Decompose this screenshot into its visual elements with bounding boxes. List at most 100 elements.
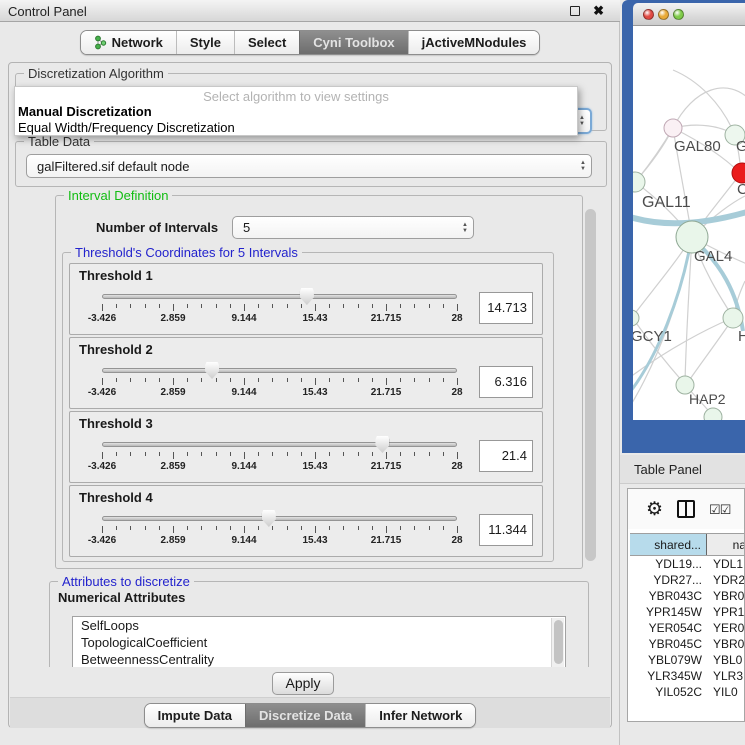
cell-name[interactable]: YER0: [702, 620, 745, 636]
major-tick: [173, 378, 174, 385]
number-of-intervals-spinner[interactable]: 5 ▲▼: [232, 216, 474, 239]
cell-name[interactable]: YPR1: [702, 604, 745, 620]
major-tick: [173, 526, 174, 533]
slider-track[interactable]: [102, 516, 457, 521]
minor-tick: [145, 304, 146, 308]
checkbox-icon[interactable]: ☑☑: [709, 503, 730, 516]
attribute-item-topologicalcoefficient[interactable]: TopologicalCoefficient: [73, 634, 565, 651]
slider-handle[interactable]: [375, 436, 389, 453]
table-row[interactable]: YER054CYER0: [630, 620, 745, 636]
network-node-gcy1[interactable]: [633, 310, 639, 326]
network-node-gal80[interactable]: [664, 119, 682, 137]
network-edge[interactable]: [673, 88, 745, 128]
column-header-shared-name[interactable]: shared...: [630, 534, 707, 555]
minor-tick: [272, 378, 273, 382]
cell-shared-name[interactable]: YIL052C: [630, 684, 702, 700]
table-row[interactable]: YBR043CYBR0: [630, 588, 745, 604]
close-icon[interactable]: ✖: [593, 3, 604, 19]
cell-shared-name[interactable]: YBR045C: [630, 636, 702, 652]
minor-tick: [216, 526, 217, 530]
attribute-item-selfloops[interactable]: SelfLoops: [73, 617, 565, 634]
mac-close-button[interactable]: [643, 9, 654, 20]
cell-shared-name[interactable]: YPR145W: [630, 604, 702, 620]
cell-name[interactable]: YBR0: [702, 636, 745, 652]
attribute-item-betweennesscentrality[interactable]: BetweennessCentrality: [73, 651, 565, 667]
cell-shared-name[interactable]: YBR043C: [630, 588, 702, 604]
table-row[interactable]: YIL052CYIL0: [630, 684, 745, 700]
tab-infer-network[interactable]: Infer Network: [365, 704, 475, 727]
minor-tick: [272, 304, 273, 308]
tick-label: 15.43: [302, 387, 327, 398]
cell-shared-name[interactable]: YLR345W: [630, 668, 702, 684]
threshold-value-field[interactable]: 6.316: [479, 366, 533, 398]
table-row[interactable]: YBL079WYBL0: [630, 652, 745, 668]
table-row[interactable]: YBR045CYBR0: [630, 636, 745, 652]
numerical-attributes-list[interactable]: SelfLoopsTopologicalCoefficientBetweenne…: [72, 616, 566, 667]
minor-tick: [443, 304, 444, 308]
float-window-icon[interactable]: [570, 6, 580, 16]
cell-shared-name[interactable]: YDL19...: [630, 556, 702, 572]
node-attribute-table: shared... na YDL19...YDL1YDR27...YDR2YBR…: [630, 533, 745, 721]
threshold-slider-1[interactable]: -3.4262.8599.14415.4321.71528: [102, 294, 457, 324]
network-canvas[interactable]: GAL80GACGAL11GAL4GCY1HHAP2: [633, 26, 745, 420]
attributes-list-scrollbar[interactable]: [551, 618, 564, 667]
minor-tick: [130, 378, 131, 382]
mac-minimize-button[interactable]: [658, 9, 669, 20]
cell-shared-name[interactable]: YBL079W: [630, 652, 702, 668]
gear-icon[interactable]: ⚙: [646, 500, 663, 519]
cell-name[interactable]: YIL0: [702, 684, 745, 700]
minor-tick: [159, 304, 160, 308]
tab-network[interactable]: Network: [81, 31, 176, 54]
tab-cyni-toolbox[interactable]: Cyni Toolbox: [299, 31, 407, 54]
cell-shared-name[interactable]: YDR27...: [630, 572, 702, 588]
threshold-slider-4[interactable]: -3.4262.8599.14415.4321.71528: [102, 516, 457, 546]
tick-label: 15.43: [302, 535, 327, 546]
table-data-combobox[interactable]: galFiltered.sif default node ▲▼: [26, 154, 592, 178]
minor-tick: [145, 526, 146, 530]
table-row[interactable]: YDL19...YDL1: [630, 556, 745, 572]
mac-zoom-button[interactable]: [673, 9, 684, 20]
major-tick: [173, 452, 174, 459]
tab-select[interactable]: Select: [234, 31, 299, 54]
minor-tick: [159, 452, 160, 456]
cell-name[interactable]: YDR2: [702, 572, 745, 588]
slider-track[interactable]: [102, 294, 457, 299]
network-edge[interactable]: [688, 320, 732, 382]
table-row[interactable]: YDR27...YDR2: [630, 572, 745, 588]
table-row[interactable]: YLR345WYLR3: [630, 668, 745, 684]
tab-jactivemnodules[interactable]: jActiveMNodules: [408, 31, 540, 54]
network-node-gal11[interactable]: [633, 172, 645, 192]
slider-handle[interactable]: [205, 362, 219, 379]
threshold-value-field[interactable]: 14.713: [479, 292, 533, 324]
network-node[interactable]: [704, 408, 722, 420]
minor-tick: [329, 452, 330, 456]
algorithm-option-equal-width-frequency-discretization[interactable]: Equal Width/Frequency Discretization: [15, 120, 577, 136]
threshold-slider-3[interactable]: -3.4262.8599.14415.4321.71528: [102, 442, 457, 472]
column-header-name[interactable]: na: [707, 534, 745, 555]
threshold-slider-2[interactable]: -3.4262.8599.14415.4321.71528: [102, 368, 457, 398]
algorithm-option-manual-discretization[interactable]: Manual Discretization: [15, 104, 577, 120]
apply-button[interactable]: Apply: [272, 672, 334, 695]
table-row[interactable]: YPR145WYPR1: [630, 604, 745, 620]
cell-name[interactable]: YLR3: [702, 668, 745, 684]
threshold-value-field[interactable]: 21.4: [479, 440, 533, 472]
cell-name[interactable]: YBL0: [702, 652, 745, 668]
slider-handle[interactable]: [262, 510, 276, 527]
network-node-h[interactable]: [723, 308, 743, 328]
tab-discretize-data[interactable]: Discretize Data: [245, 704, 365, 727]
slider-track[interactable]: [102, 368, 457, 373]
settings-vertical-scrollbar[interactable]: [583, 189, 598, 665]
cell-name[interactable]: YBR0: [702, 588, 745, 604]
number-of-intervals-label: Number of Intervals: [96, 220, 218, 235]
network-node-c[interactable]: [732, 163, 745, 183]
cell-shared-name[interactable]: YER054C: [630, 620, 702, 636]
minor-tick: [443, 526, 444, 530]
split-columns-icon[interactable]: [677, 500, 695, 518]
threshold-value-field[interactable]: 11.344: [479, 514, 533, 546]
slider-handle[interactable]: [300, 288, 314, 305]
tab-style[interactable]: Style: [176, 31, 234, 54]
network-edge-highlighted[interactable]: [633, 246, 690, 396]
slider-track[interactable]: [102, 442, 457, 447]
tab-impute-data[interactable]: Impute Data: [145, 704, 245, 727]
cell-name[interactable]: YDL1: [702, 556, 745, 572]
